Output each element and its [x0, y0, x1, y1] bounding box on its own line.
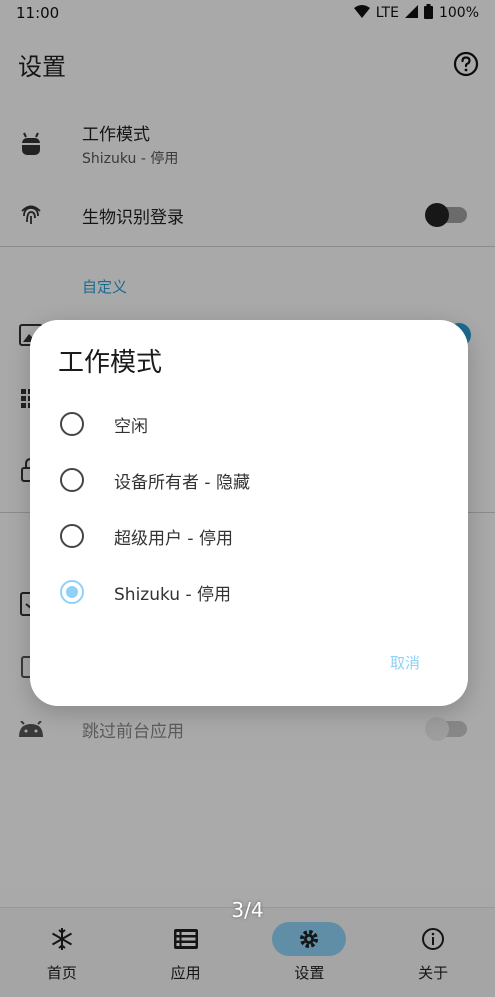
work-mode-dialog: 工作模式 空闲 设备所有者 - 隐藏 超级用户 - 停用 Shizuku - 停…: [30, 320, 468, 706]
option-idle[interactable]: 空闲: [30, 396, 468, 452]
radio-shizuku[interactable]: [60, 580, 84, 604]
option-device-owner[interactable]: 设备所有者 - 隐藏: [30, 452, 468, 508]
radio-device-owner[interactable]: [60, 468, 84, 492]
cancel-button[interactable]: 取消: [390, 652, 420, 673]
radio-idle[interactable]: [60, 412, 84, 436]
option-label: 超级用户 - 停用: [114, 528, 233, 549]
option-label: 设备所有者 - 隐藏: [114, 472, 250, 493]
dialog-title: 工作模式: [58, 348, 163, 378]
option-label: 空闲: [114, 416, 148, 437]
radio-superuser[interactable]: [60, 524, 84, 548]
option-superuser[interactable]: 超级用户 - 停用: [30, 508, 468, 564]
page-indicator: 3/4: [231, 898, 264, 922]
option-label: Shizuku - 停用: [114, 584, 232, 605]
option-shizuku[interactable]: Shizuku - 停用: [30, 564, 468, 620]
